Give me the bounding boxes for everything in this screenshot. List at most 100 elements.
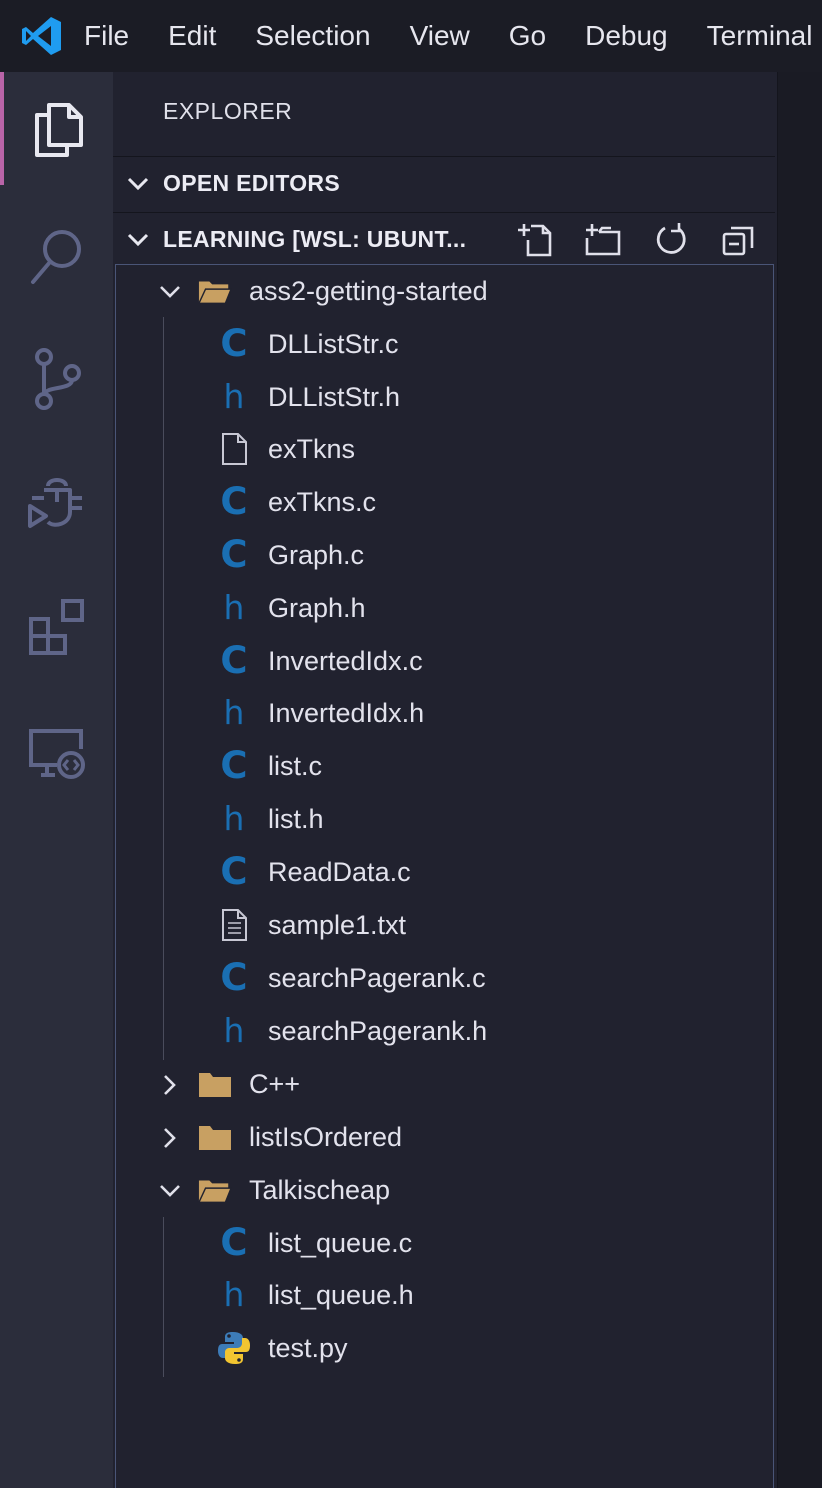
activity-bar bbox=[0, 72, 113, 1488]
title-bar: File Edit Selection View Go Debug Termin… bbox=[0, 0, 822, 72]
h-file-icon: h bbox=[223, 799, 245, 838]
refresh-icon[interactable] bbox=[653, 222, 689, 258]
file-graph-h[interactable]: h Graph.h bbox=[116, 582, 773, 635]
file-label: searchPagerank.c bbox=[268, 963, 486, 993]
bug-icon bbox=[26, 472, 88, 534]
explorer-activity-button[interactable] bbox=[0, 72, 113, 185]
c-file-icon: C bbox=[220, 1221, 248, 1264]
c-file-icon: C bbox=[220, 480, 248, 523]
file-label: Graph.c bbox=[268, 540, 365, 570]
source-control-activity-button[interactable] bbox=[0, 322, 113, 435]
explorer-toolbar bbox=[517, 213, 757, 267]
file-invertedidx-c[interactable]: C InvertedIdx.c bbox=[116, 635, 773, 688]
file-graph-c[interactable]: C Graph.c bbox=[116, 529, 773, 582]
menu-debug[interactable]: Debug bbox=[585, 0, 668, 72]
file-list-h[interactable]: h list.h bbox=[116, 793, 773, 846]
file-label: list_queue.c bbox=[268, 1228, 413, 1258]
c-file-icon: C bbox=[220, 956, 248, 999]
file-label: InvertedIdx.c bbox=[268, 646, 423, 676]
h-file-icon: h bbox=[223, 377, 245, 416]
workspace-label: LEARNING [WSL: UBUNT... bbox=[163, 226, 467, 252]
search-activity-button[interactable] bbox=[0, 200, 113, 313]
menu-file[interactable]: File bbox=[84, 0, 129, 72]
file-label: InvertedIdx.h bbox=[268, 698, 425, 728]
folder-cpp[interactable]: C++ bbox=[116, 1058, 773, 1111]
folder-talkischeap[interactable]: Talkischeap bbox=[116, 1164, 773, 1217]
folder-listisordered[interactable]: listIsOrdered bbox=[116, 1111, 773, 1164]
file-list-queue-c[interactable]: C list_queue.c bbox=[116, 1217, 773, 1270]
file-label: test.py bbox=[268, 1333, 348, 1363]
menu-selection[interactable]: Selection bbox=[255, 0, 370, 72]
open-editors-header[interactable]: OPEN EDITORS bbox=[113, 156, 775, 210]
source-control-icon bbox=[32, 347, 82, 410]
folder-label: Talkischeap bbox=[249, 1175, 391, 1205]
c-file-icon: C bbox=[220, 639, 248, 682]
menu-terminal[interactable]: Terminal bbox=[707, 0, 813, 72]
files-icon bbox=[31, 99, 87, 159]
file-invertedidx-h[interactable]: h InvertedIdx.h bbox=[116, 687, 773, 740]
menu-go[interactable]: Go bbox=[509, 0, 546, 72]
folder-label: listIsOrdered bbox=[249, 1122, 403, 1152]
extensions-activity-button[interactable] bbox=[0, 570, 113, 683]
menu-edit[interactable]: Edit bbox=[168, 0, 216, 72]
file-searchpagerank-h[interactable]: h searchPagerank.h bbox=[116, 1005, 773, 1058]
file-test-py[interactable]: test.py bbox=[116, 1322, 773, 1375]
file-label: list.h bbox=[268, 804, 324, 834]
file-label: exTkns bbox=[268, 434, 356, 464]
file-tree: ass2-getting-started C DLListStr.c h DLL… bbox=[115, 264, 774, 1488]
text-file-icon bbox=[217, 908, 251, 942]
chevron-down-icon bbox=[113, 233, 163, 247]
debug-activity-button[interactable] bbox=[0, 446, 113, 559]
remote-explorer-activity-button[interactable] bbox=[0, 696, 113, 809]
file-list-c[interactable]: C list.c bbox=[116, 740, 773, 793]
explorer-title: EXPLORER bbox=[163, 98, 293, 124]
chevron-right-icon bbox=[156, 1124, 184, 1152]
file-extkns-c[interactable]: C exTkns.c bbox=[116, 476, 773, 529]
folder-label: C++ bbox=[249, 1069, 301, 1099]
file-searchpagerank-c[interactable]: C searchPagerank.c bbox=[116, 952, 773, 1005]
chevron-down-icon bbox=[156, 1177, 184, 1205]
file-label: DLListStr.h bbox=[268, 382, 401, 412]
new-folder-icon[interactable] bbox=[585, 222, 621, 258]
c-file-icon: C bbox=[220, 850, 248, 893]
h-file-icon: h bbox=[223, 1275, 245, 1314]
file-label: DLListStr.c bbox=[268, 329, 399, 359]
file-label: Graph.h bbox=[268, 593, 366, 623]
file-label: list.c bbox=[268, 751, 322, 781]
file-label: sample1.txt bbox=[268, 910, 407, 940]
file-readdata-c[interactable]: C ReadData.c bbox=[116, 846, 773, 899]
menu-view[interactable]: View bbox=[410, 0, 470, 72]
file-extkns[interactable]: exTkns bbox=[116, 423, 773, 476]
file-label: searchPagerank.h bbox=[268, 1016, 488, 1046]
file-label: ReadData.c bbox=[268, 857, 411, 887]
file-sample1-txt[interactable]: sample1.txt bbox=[116, 899, 773, 952]
folder-ass2-getting-started[interactable]: ass2-getting-started bbox=[116, 265, 773, 318]
search-icon bbox=[28, 227, 86, 287]
file-dllliststr-h[interactable]: h DLListStr.h bbox=[116, 371, 773, 424]
extensions-icon bbox=[27, 597, 87, 657]
folder-open-icon bbox=[198, 274, 232, 308]
h-file-icon: h bbox=[223, 1011, 245, 1050]
chevron-right-icon bbox=[156, 1071, 184, 1099]
file-dllliststr-c[interactable]: C DLListStr.c bbox=[116, 318, 773, 371]
file-label: list_queue.h bbox=[268, 1280, 414, 1310]
file-label: exTkns.c bbox=[268, 487, 377, 517]
explorer-sidebar: EXPLORER OPEN EDITORS LEARNING [WSL: UBU… bbox=[113, 72, 777, 1488]
c-file-icon: C bbox=[220, 744, 248, 787]
file-list-queue-h[interactable]: h list_queue.h bbox=[116, 1269, 773, 1322]
chevron-down-icon bbox=[113, 177, 163, 191]
workspace-header[interactable]: LEARNING [WSL: UBUNT... bbox=[113, 212, 775, 266]
chevron-down-icon bbox=[156, 278, 184, 306]
c-file-icon: C bbox=[220, 533, 248, 576]
h-file-icon: h bbox=[223, 588, 245, 627]
new-file-icon[interactable] bbox=[517, 222, 553, 258]
open-editors-label: OPEN EDITORS bbox=[163, 170, 340, 196]
h-file-icon: h bbox=[223, 693, 245, 732]
collapse-all-icon[interactable] bbox=[721, 222, 757, 258]
folder-open-icon bbox=[198, 1173, 232, 1207]
editor-area bbox=[777, 72, 822, 1488]
vscode-logo-icon bbox=[0, 0, 84, 72]
folder-icon bbox=[198, 1120, 232, 1154]
python-file-icon bbox=[217, 1331, 251, 1365]
folder-label: ass2-getting-started bbox=[249, 276, 488, 306]
